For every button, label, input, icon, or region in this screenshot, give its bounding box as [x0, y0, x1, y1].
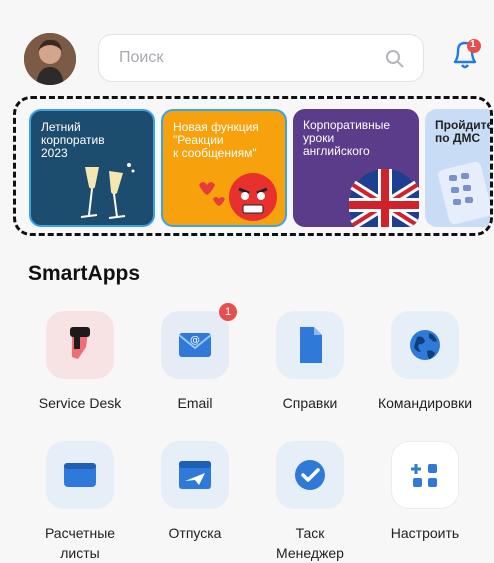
story-dms-insurance[interactable]: Пройдите по ДМС: [425, 109, 493, 227]
notifications-bell-icon[interactable]: 1: [449, 36, 483, 74]
service-desk-icon: [46, 311, 114, 379]
calendar-plane-icon: [161, 441, 229, 509]
app-business-trips[interactable]: Командировки: [370, 311, 480, 413]
story-english-lessons[interactable]: Корпоративные уроки английского: [293, 109, 419, 227]
app-vacations[interactable]: Отпуска: [140, 441, 250, 543]
story-title: Корпоративные уроки английского: [303, 118, 391, 158]
search-placeholder: Поиск: [119, 49, 164, 66]
story-title: Новая функция "Реакции к сообщениям": [173, 120, 259, 160]
app-label: Email: [177, 395, 213, 411]
avatar[interactable]: [24, 33, 76, 85]
globe-icon: [391, 311, 459, 379]
app-customize[interactable]: Настроить: [370, 441, 480, 543]
app-certificates[interactable]: Справки: [255, 311, 365, 413]
email-icon: @ 1: [161, 303, 237, 379]
app-label: Таск Менеджер: [276, 525, 344, 561]
app-label: Service Desk: [38, 395, 122, 411]
svg-text:@: @: [190, 335, 200, 346]
document-icon: [276, 311, 344, 379]
app-payslips[interactable]: Расчетные листы: [25, 441, 135, 563]
angry-emoji-icon: [199, 173, 277, 221]
app-email[interactable]: @ 1 Email: [140, 303, 250, 413]
search-field[interactable]: Поиск: [98, 34, 424, 82]
add-apps-icon: [391, 441, 459, 509]
story-reactions-feature[interactable]: Новая функция "Реакции к сообщениям": [161, 109, 287, 227]
email-badge: 1: [219, 303, 237, 321]
notification-badge: 1: [470, 39, 476, 50]
pills-icon: [438, 161, 490, 225]
stories-carousel[interactable]: Летний корпоратив 2023 Новая функция "Ре…: [13, 96, 493, 236]
search-icon[interactable]: [385, 49, 405, 69]
app-service-desk[interactable]: Service Desk: [25, 311, 135, 413]
app-label: Командировки: [377, 395, 473, 411]
app-label: Настроить: [390, 525, 460, 541]
story-summer-party[interactable]: Летний корпоратив 2023: [29, 109, 155, 227]
champagne-glasses-icon: [80, 163, 135, 219]
app-label: Справки: [282, 395, 338, 411]
smartapps-title: SmartApps: [28, 262, 141, 285]
app-task-manager[interactable]: Таск Менеджер: [255, 441, 365, 563]
app-label: Отпуска: [168, 525, 222, 541]
task-check-icon: [276, 441, 344, 509]
story-title: Пройдите по ДМС: [435, 118, 493, 145]
app-label: Расчетные листы: [44, 525, 116, 561]
wallet-icon: [46, 441, 114, 509]
story-title: Летний корпоратив 2023: [41, 120, 105, 160]
uk-flag-icon: [349, 169, 419, 227]
